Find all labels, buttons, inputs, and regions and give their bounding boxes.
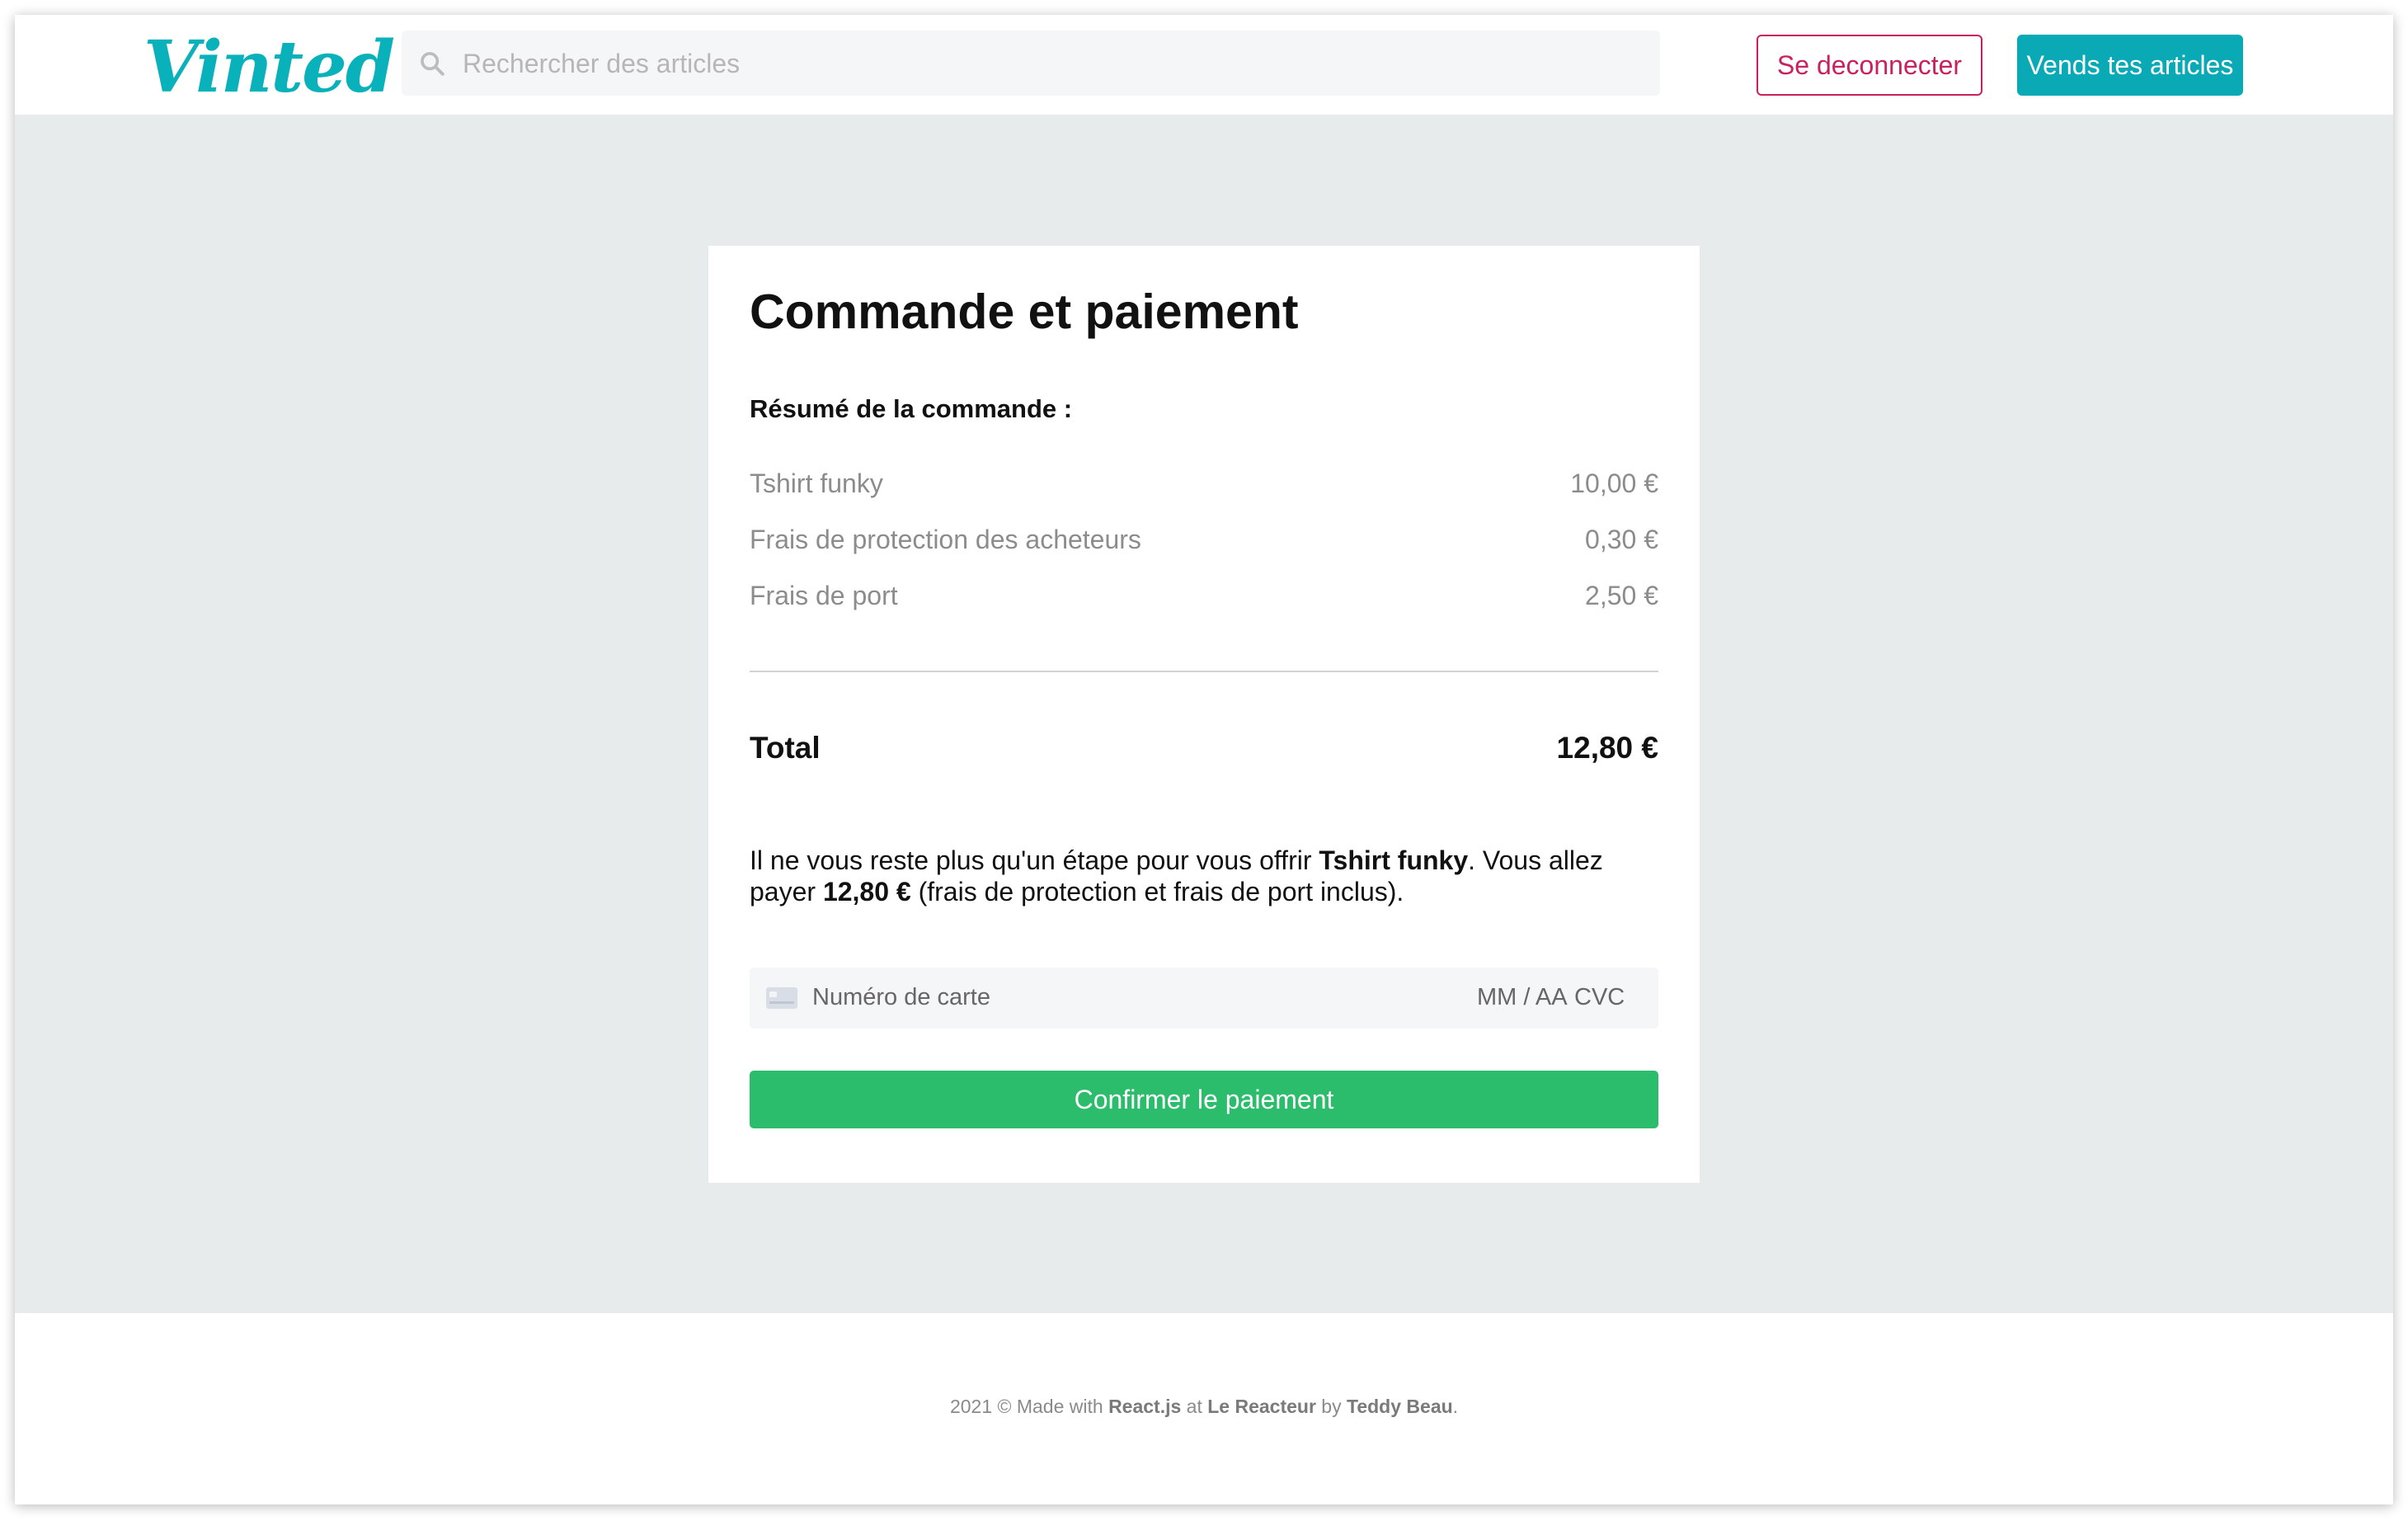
- summary-row-item: Tshirt funky 10,00 €: [750, 469, 1658, 502]
- message-amount: 12,80 €: [822, 877, 911, 906]
- logout-button[interactable]: Se deconnecter: [1757, 35, 1982, 96]
- sell-items-button[interactable]: Vends tes articles: [2017, 35, 2243, 96]
- summary-row-value: 2,50 €: [1585, 581, 1658, 610]
- page-title: Commande et paiement: [750, 285, 1299, 339]
- vinted-logo[interactable]: Vinted: [143, 26, 395, 109]
- message-text: Il ne vous reste plus qu'un étape pour v…: [750, 845, 1319, 875]
- search-icon: [421, 52, 444, 76]
- footer-text: 2021 © Made with: [949, 1396, 1109, 1417]
- summary-row-shipping: Frais de port 2,50 €: [750, 581, 1658, 614]
- card-input-field[interactable]: Numéro de carte MM / AA CVC: [750, 968, 1658, 1029]
- message-product: Tshirt funky: [1319, 845, 1469, 875]
- summary-row-label: Tshirt funky: [750, 469, 883, 498]
- footer-text: .: [1452, 1396, 1459, 1417]
- message-text: (frais de protection et frais de port in…: [910, 877, 1404, 906]
- card-expiry-input[interactable]: MM / AA: [1477, 984, 1568, 1011]
- search-input[interactable]: [461, 31, 1635, 97]
- browser-window: Vinted Se deconnecter Vends tes articles…: [15, 15, 2393, 1505]
- summary-divider: [750, 671, 1658, 672]
- confirm-payment-button[interactable]: Confirmer le paiement: [750, 1071, 1658, 1128]
- card-cvc-input[interactable]: CVC: [1574, 984, 1625, 1011]
- summary-row-protection: Frais de protection des acheteurs 0,30 €: [750, 525, 1658, 558]
- checkout-card: Commande et paiement Résumé de la comman…: [708, 246, 1700, 1183]
- footer-credits: 2021 © Made with React.js at Le Reacteur…: [15, 1396, 2393, 1418]
- footer-text: at: [1181, 1396, 1208, 1417]
- total-value: 12,80 €: [1556, 731, 1658, 765]
- summary-row-label: Frais de port: [750, 581, 898, 610]
- top-header: Vinted Se deconnecter Vends tes articles: [15, 15, 2393, 115]
- order-summary-title: Résumé de la commande :: [750, 394, 1073, 423]
- payment-message: Il ne vous reste plus qu'un étape pour v…: [750, 845, 1665, 907]
- total-label: Total: [750, 731, 821, 765]
- footer-author: Teddy Beau: [1347, 1396, 1453, 1417]
- card-number-input[interactable]: Numéro de carte: [812, 984, 990, 1011]
- footer-tech: React.js: [1108, 1396, 1182, 1417]
- footer-text: by: [1315, 1396, 1347, 1417]
- summary-row-label: Frais de protection des acheteurs: [750, 525, 1141, 554]
- total-row: Total 12,80 €: [750, 731, 1658, 770]
- summary-row-value: 10,00 €: [1570, 469, 1658, 498]
- credit-card-icon: [766, 987, 797, 1009]
- page-footer: 2021 © Made with React.js at Le Reacteur…: [15, 1313, 2393, 1505]
- main-content: Commande et paiement Résumé de la comman…: [15, 115, 2393, 1313]
- search-bar[interactable]: [402, 31, 1660, 97]
- footer-school: Le Reacteur: [1207, 1396, 1316, 1417]
- summary-row-value: 0,30 €: [1585, 525, 1658, 554]
